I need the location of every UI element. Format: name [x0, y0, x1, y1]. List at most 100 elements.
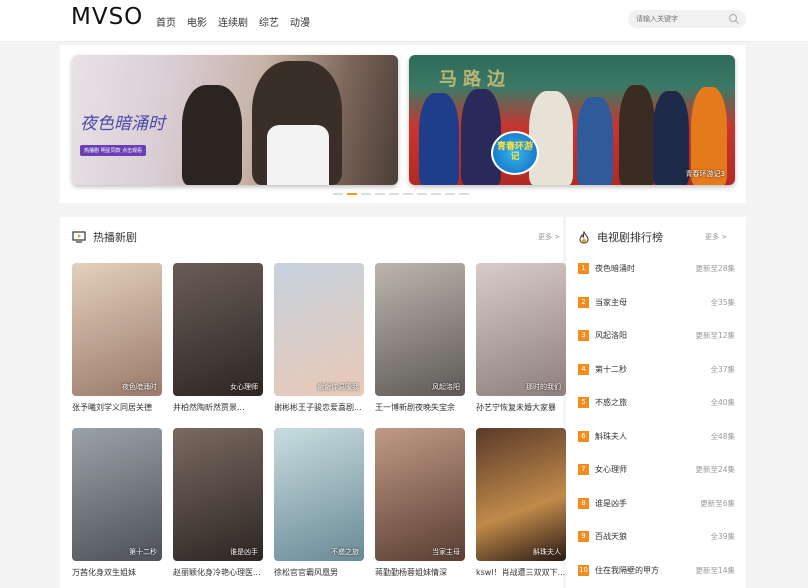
carousel-dot[interactable]	[375, 193, 385, 195]
ranking-row[interactable]: 9 百战天狼 全39集	[578, 531, 735, 543]
poster[interactable]: 风起洛阳	[375, 263, 465, 396]
ranking-row[interactable]: 10 住在我隔壁的甲方 更新至14集	[578, 564, 735, 577]
rank-title[interactable]: 当家主母	[595, 297, 627, 308]
section-header: 电视剧排行榜	[578, 229, 663, 245]
section-title: 热播新剧	[93, 231, 137, 244]
tv-ranking-section: 电视剧排行榜 更多 > 1 夜色暗涌时 更新至28集 2 当家主母 全35集 3…	[566, 217, 746, 588]
rank-title[interactable]: 谁是凶手	[595, 498, 627, 509]
banner-figure	[529, 91, 573, 185]
rank-title[interactable]: 百战天狼	[595, 531, 627, 542]
video-card[interactable]: 风起洛阳 王一博新剧夜晚失宝余	[375, 263, 465, 413]
rank-title[interactable]: 住在我隔壁的甲方	[595, 565, 659, 576]
ranking-row[interactable]: 4 第十二秒 全37集	[578, 363, 735, 376]
poster[interactable]: 那时的我们	[476, 263, 566, 396]
rank-title[interactable]: 斛珠夫人	[595, 431, 627, 442]
poster[interactable]: 夜色暗涌时	[72, 263, 162, 396]
rank-status: 更新至28集	[695, 264, 735, 273]
carousel-dot[interactable]	[389, 193, 399, 195]
carousel-dot[interactable]	[361, 193, 371, 195]
rank-title[interactable]: 风起洛阳	[595, 330, 627, 341]
video-card[interactable]: 夜色暗涌时 张予曦刘学义同居关德	[72, 263, 162, 413]
poster-label: 女心理师	[230, 383, 258, 391]
card-caption[interactable]: 赵丽颖化身冷艳心理医...	[173, 567, 268, 578]
poster-label: 那时的我们	[526, 383, 561, 391]
video-card[interactable]: 第十二秒 万茜化身双生姐妹	[72, 428, 162, 578]
site-logo[interactable]: MVSO	[71, 4, 143, 30]
card-caption[interactable]: 徐松官官霸风凰男	[274, 567, 369, 578]
rank-number: 4	[578, 363, 589, 375]
poster[interactable]: 谢谢你温暖我	[274, 263, 364, 396]
poster-label: 风起洛阳	[432, 383, 460, 391]
rank-number: 5	[578, 397, 589, 408]
poster[interactable]: 女心理师	[173, 263, 263, 396]
poster-label: 当家主母	[432, 548, 460, 556]
nav-item-series[interactable]: 连续剧	[218, 14, 248, 29]
poster[interactable]: 斛珠夫人	[476, 428, 566, 561]
card-caption[interactable]: 井柏然陶昕然贾景...	[173, 402, 268, 413]
nav-item-home[interactable]: 首页	[156, 14, 176, 29]
search-icon[interactable]	[728, 13, 740, 25]
carousel-dot[interactable]	[333, 193, 343, 195]
poster-label: 夜色暗涌时	[122, 383, 157, 391]
carousel-dot[interactable]	[445, 193, 455, 195]
rank-number: 3	[578, 330, 589, 341]
rank-title[interactable]: 第十二秒	[595, 364, 627, 375]
video-card[interactable]: 那时的我们 孙艺宁恢复未婚大家暴	[476, 263, 566, 413]
card-caption[interactable]: 张予曦刘学义同居关德	[72, 402, 167, 413]
search-input[interactable]	[636, 13, 726, 25]
ranking-row[interactable]: 7 女心理师 更新至24集	[578, 464, 735, 476]
nav-item-variety[interactable]: 综艺	[259, 14, 279, 29]
rank-title[interactable]: 女心理师	[595, 464, 627, 475]
ranking-row[interactable]: 2 当家主母 全35集	[578, 296, 735, 309]
carousel-dot[interactable]	[459, 193, 469, 195]
banner-figure	[461, 89, 501, 185]
card-caption[interactable]: 蒋勤勤杨蓉姐妹情深	[375, 567, 470, 578]
rank-title[interactable]: 夜色暗涌时	[595, 263, 635, 274]
card-caption[interactable]: 谢彬彬王子骏恋爱喜剧...	[274, 402, 369, 413]
video-card[interactable]: 不惑之旅 徐松官官霸风凰男	[274, 428, 364, 578]
more-link[interactable]: 更多 >	[538, 232, 560, 242]
banner-figure	[619, 85, 655, 185]
ranking-row[interactable]: 3 风起洛阳 更新至12集	[578, 330, 735, 342]
section-header: 热播新剧	[72, 229, 137, 245]
poster-label: 斛珠夫人	[533, 548, 561, 556]
ranking-row[interactable]: 1 夜色暗涌时 更新至28集	[578, 263, 735, 275]
poster[interactable]: 当家主母	[375, 428, 465, 561]
carousel-dot[interactable]	[403, 193, 413, 195]
ranking-row[interactable]: 5 不惑之旅 全40集	[578, 397, 735, 409]
carousel-dot-active[interactable]	[347, 193, 357, 195]
rank-status: 更新至12集	[695, 331, 735, 340]
poster[interactable]: 谁是凶手	[173, 428, 263, 561]
rank-number: 1	[578, 263, 589, 274]
video-card[interactable]: 谁是凶手 赵丽颖化身冷艳心理医...	[173, 428, 263, 578]
site-header: MVSO 首页 电影 连续剧 综艺 动漫	[0, 0, 808, 42]
poster[interactable]: 第十二秒	[72, 428, 162, 561]
video-card[interactable]: 斛珠夫人 kswl！肖战遭三双双下...	[476, 428, 566, 578]
nav-item-anime[interactable]: 动漫	[290, 14, 310, 29]
carousel-dot[interactable]	[431, 193, 441, 195]
card-caption[interactable]: 王一博新剧夜晚失宝余	[375, 402, 470, 413]
poster[interactable]: 不惑之旅	[274, 428, 364, 561]
rank-title[interactable]: 不惑之旅	[595, 397, 627, 408]
main-nav: 首页 电影 连续剧 综艺 动漫	[156, 14, 310, 29]
banner-figure	[267, 125, 329, 185]
rank-status: 更新至6集	[700, 498, 735, 508]
ranking-row[interactable]: 6 斛珠夫人 全48集	[578, 430, 735, 443]
ranking-row[interactable]: 8 谁是凶手 更新至6集	[578, 497, 735, 510]
more-link[interactable]: 更多 >	[705, 232, 727, 242]
search-box	[628, 10, 746, 28]
rank-number: 7	[578, 464, 589, 475]
card-caption[interactable]: 万茜化身双生姐妹	[72, 567, 167, 578]
video-card[interactable]: 谢谢你温暖我 谢彬彬王子骏恋爱喜剧...	[274, 263, 364, 413]
rank-status: 全40集	[710, 398, 735, 407]
rank-status: 全37集	[710, 364, 735, 374]
banner-slide-2[interactable]: 马路边 青春环游记 青春环游记3	[409, 55, 735, 185]
video-card[interactable]: 女心理师 井柏然陶昕然贾景...	[173, 263, 263, 413]
card-caption[interactable]: 孙艺宁恢复未婚大家暴	[476, 402, 571, 413]
carousel-dot[interactable]	[417, 193, 427, 195]
card-caption[interactable]: kswl！肖战遭三双双下...	[476, 567, 571, 578]
nav-item-movies[interactable]: 电影	[187, 14, 207, 29]
banner-slide-1[interactable]: 夜色暗涌时 热播剧 明星同款 点击观看	[72, 55, 398, 185]
rank-status: 更新至14集	[695, 565, 735, 575]
video-card[interactable]: 当家主母 蒋勤勤杨蓉姐妹情深	[375, 428, 465, 578]
